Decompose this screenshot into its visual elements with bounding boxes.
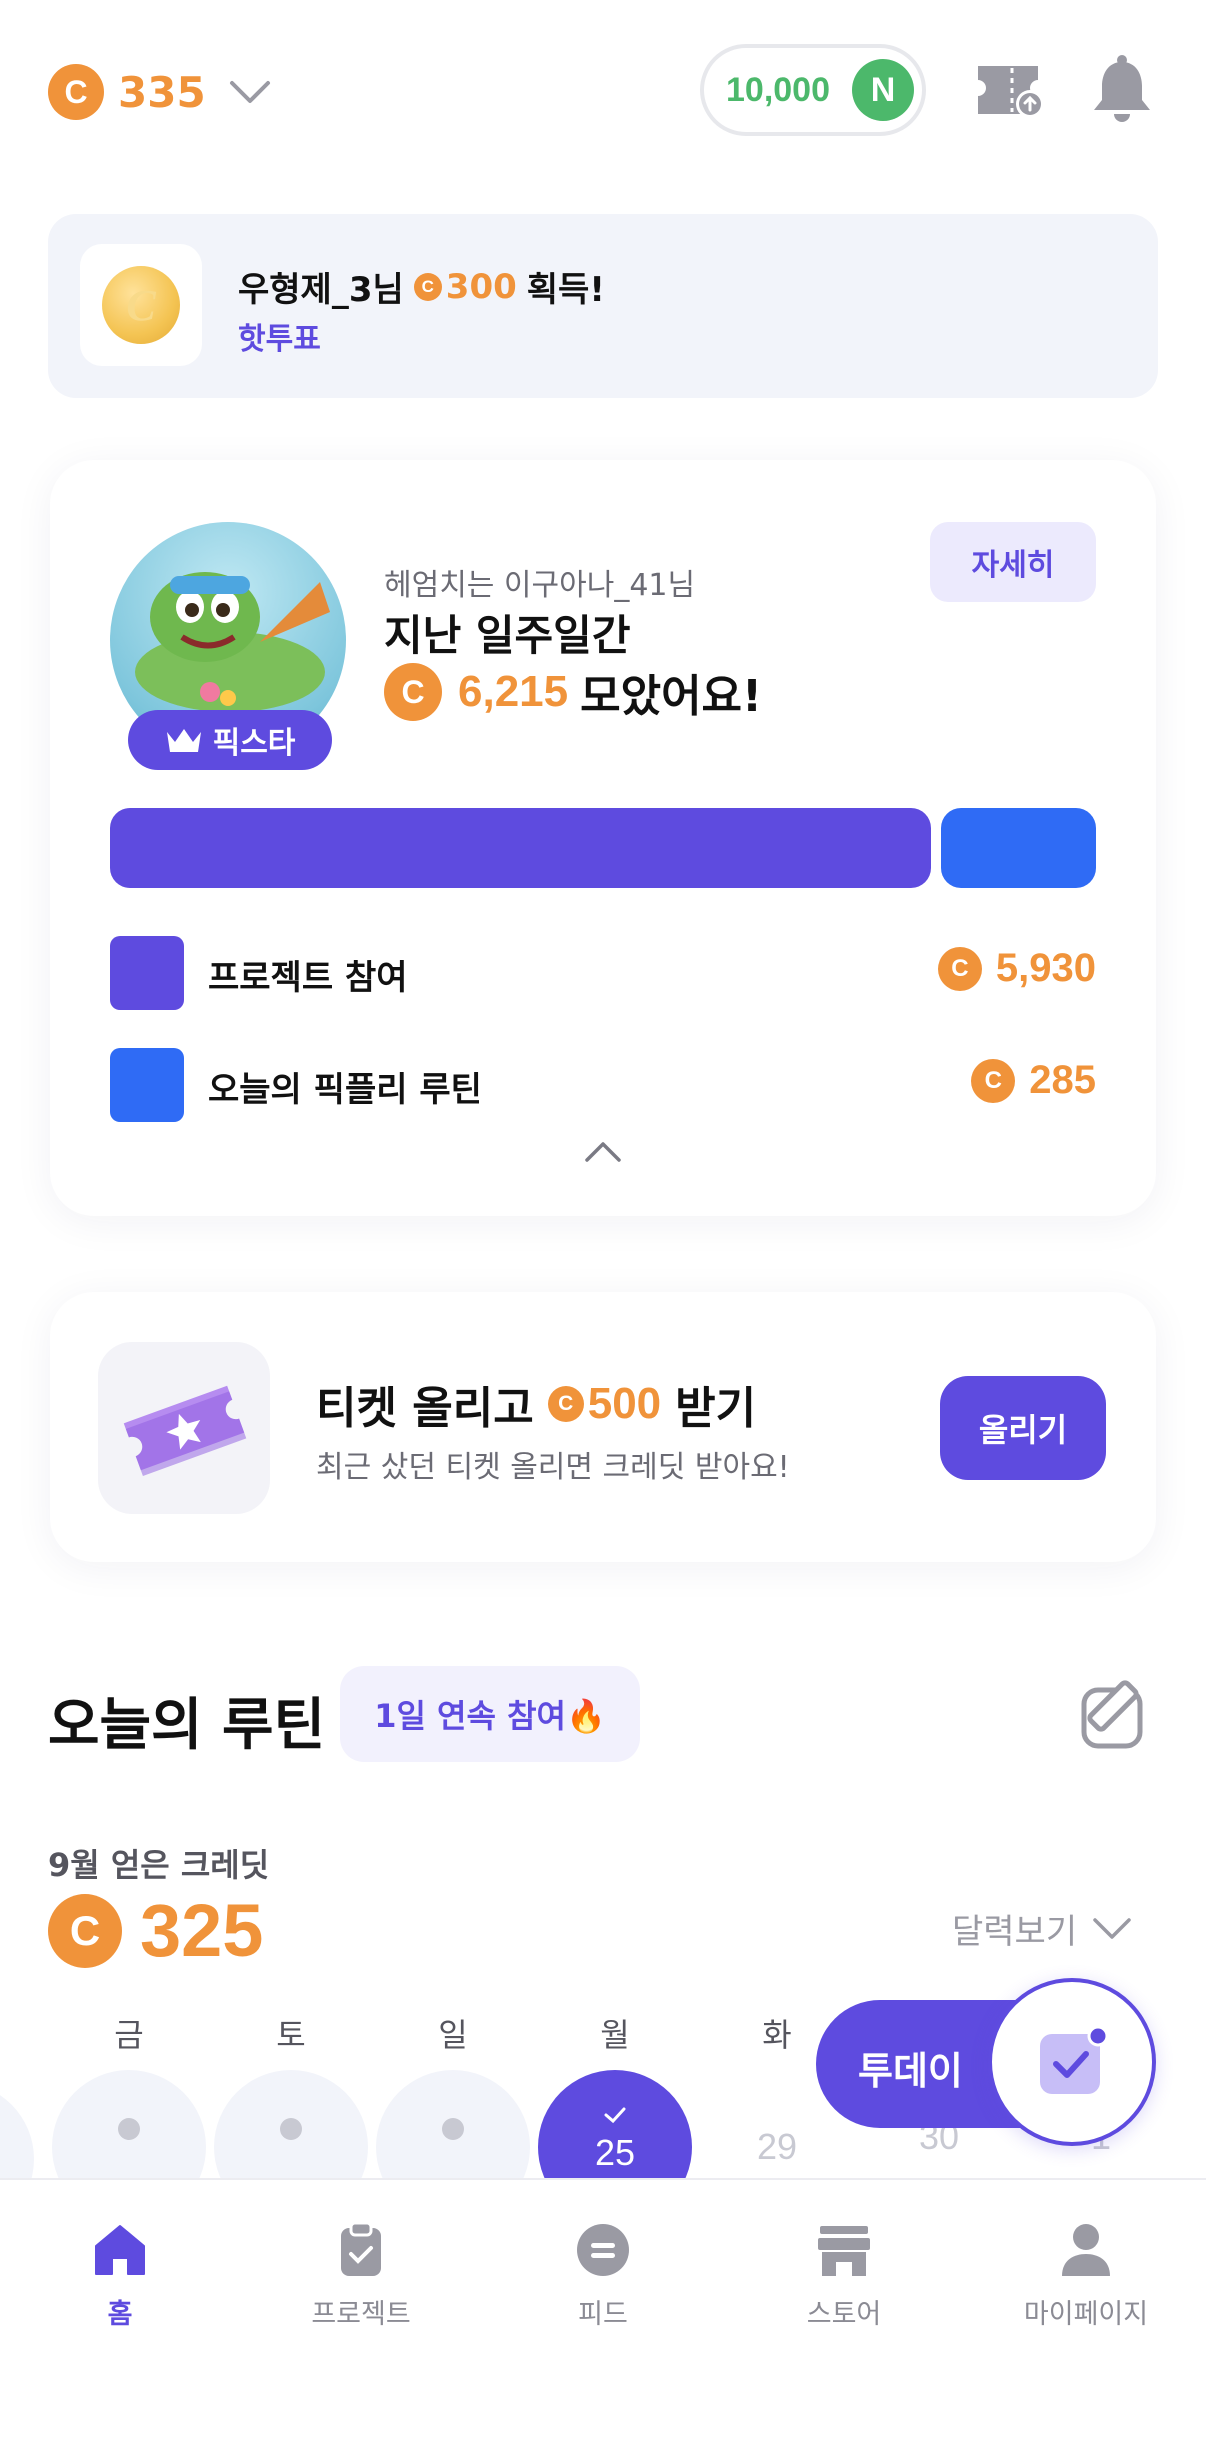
legend-swatch bbox=[110, 1048, 184, 1122]
day-sat[interactable]: 토 bbox=[214, 2010, 368, 2178]
breakdown-value: 5,930 bbox=[995, 946, 1096, 990]
ticket-upload-card: 티켓 올리고 C 500 받기 최근 샀던 티켓 올리면 크레딧 받아요! 올리… bbox=[50, 1292, 1156, 1562]
person-icon bbox=[1062, 2224, 1110, 2276]
chevron-down-icon bbox=[229, 81, 270, 103]
weekly-title: 지난 일주일간 bbox=[384, 611, 631, 660]
crown-icon bbox=[166, 729, 201, 752]
empty-dot bbox=[442, 2118, 464, 2140]
chevron-down-icon bbox=[1093, 1917, 1131, 1939]
avatar-badge: 픽스타 bbox=[128, 710, 332, 770]
day-fri[interactable]: 금 bbox=[52, 2010, 206, 2178]
tab-project[interactable]: 프로젝트 bbox=[281, 2220, 441, 2331]
bell-icon[interactable] bbox=[1090, 54, 1154, 124]
day-sun[interactable]: 일 bbox=[376, 2010, 530, 2178]
weekly-username: 헤엄치는 이구아나_41님 bbox=[384, 568, 696, 603]
breakdown-value: 285 bbox=[1029, 1058, 1096, 1102]
upload-button[interactable]: 올리기 bbox=[940, 1376, 1106, 1480]
bottom-tab-bar: 홈 프로젝트 피드 스토어 마이페이지 bbox=[0, 2178, 1206, 2456]
ticket-subtitle: 최근 샀던 티켓 올리면 크레딧 받아요! bbox=[316, 1450, 790, 1485]
breakdown-label: 오늘의 픽플리 루틴 bbox=[208, 1070, 482, 1110]
routine-title: 오늘의 루틴 bbox=[48, 1693, 326, 1758]
breakdown-bar-project bbox=[110, 808, 931, 888]
day-mon-today[interactable]: 월 25 bbox=[538, 2010, 692, 2178]
n-points-value: 10,000 bbox=[726, 70, 830, 109]
weekly-credit-card: 픽스타 헤엄치는 이구아나_41님 지난 일주일간 C 6,215 모았어요! … bbox=[50, 460, 1156, 1216]
empty-dot bbox=[280, 2118, 302, 2140]
breakdown-label: 프로젝트 참여 bbox=[208, 958, 408, 998]
coin-icon: C bbox=[384, 663, 442, 721]
reward-notice-banner[interactable]: C 우형제_3님 C 300 획득! 핫투표 bbox=[48, 214, 1158, 398]
month-credit-total: C 325 bbox=[48, 1888, 263, 1973]
ticket-upload-icon[interactable] bbox=[972, 58, 1044, 122]
balance-selector[interactable]: C 335 bbox=[48, 62, 272, 122]
n-badge-icon: N bbox=[852, 59, 914, 121]
legend-swatch bbox=[110, 936, 184, 1010]
calendar-toggle[interactable]: 달력보기 bbox=[952, 1904, 1133, 1953]
day-circle-partial bbox=[0, 2082, 34, 2178]
checkbox-icon bbox=[1040, 2025, 1109, 2094]
today-fab[interactable]: 투데이 bbox=[816, 1978, 1156, 2150]
breakdown-bar bbox=[110, 808, 1096, 888]
weekly-suffix: 모았어요! bbox=[580, 671, 763, 722]
feed-icon bbox=[577, 2224, 629, 2276]
notice-coin-image: C bbox=[80, 244, 202, 366]
coin-balance: 335 bbox=[118, 67, 206, 117]
chevron-up-icon[interactable] bbox=[583, 1140, 623, 1164]
notice-source: 핫투표 bbox=[238, 322, 321, 357]
notice-suffix: 획득! bbox=[526, 270, 605, 310]
coin-icon: C bbox=[413, 272, 442, 301]
notice-amount: 300 bbox=[445, 266, 517, 307]
breakdown-row: 오늘의 픽플리 루틴 C 285 bbox=[110, 1048, 1096, 1122]
weekly-total: 6,215 bbox=[458, 667, 569, 716]
notice-user: 우형제_3님 bbox=[238, 270, 404, 310]
weekly-total-line: C 6,215 모았어요! bbox=[384, 660, 762, 724]
ticket-icon bbox=[123, 1385, 247, 1476]
tab-mypage[interactable]: 마이페이지 bbox=[1006, 2220, 1166, 2331]
tab-feed[interactable]: 피드 bbox=[523, 2220, 683, 2331]
tab-home[interactable]: 홈 bbox=[40, 2220, 200, 2331]
edit-icon[interactable] bbox=[1078, 1676, 1154, 1752]
tab-store[interactable]: 스토어 bbox=[764, 2220, 924, 2331]
gold-coin-icon: C bbox=[102, 266, 180, 344]
check-icon bbox=[604, 2107, 626, 2124]
clipboard-icon bbox=[341, 2221, 381, 2276]
ticket-title: 티켓 올리고 C 500 받기 bbox=[316, 1379, 757, 1434]
month-credit-label: 9월 얻은 크레딧 bbox=[48, 1846, 270, 1884]
coin-icon: C bbox=[937, 946, 982, 991]
coin-icon: C bbox=[48, 64, 104, 120]
breakdown-bar-routine bbox=[941, 808, 1096, 888]
empty-dot bbox=[118, 2118, 140, 2140]
home-icon bbox=[95, 2225, 145, 2275]
today-fab-circle bbox=[988, 1978, 1156, 2146]
ticket-amount: 500 bbox=[587, 1379, 662, 1428]
n-points-pill[interactable]: 10,000 N bbox=[700, 44, 926, 136]
coin-icon: C bbox=[547, 1386, 584, 1422]
breakdown-row: 프로젝트 참여 C 5,930 bbox=[110, 936, 1096, 1010]
coin-icon: C bbox=[971, 1058, 1016, 1103]
ticket-image bbox=[98, 1342, 270, 1514]
store-icon bbox=[818, 2226, 870, 2276]
detail-button[interactable]: 자세히 bbox=[930, 522, 1096, 602]
streak-badge: 1일 연속 참여🔥 bbox=[340, 1666, 640, 1762]
coin-icon: C bbox=[48, 1893, 122, 1968]
